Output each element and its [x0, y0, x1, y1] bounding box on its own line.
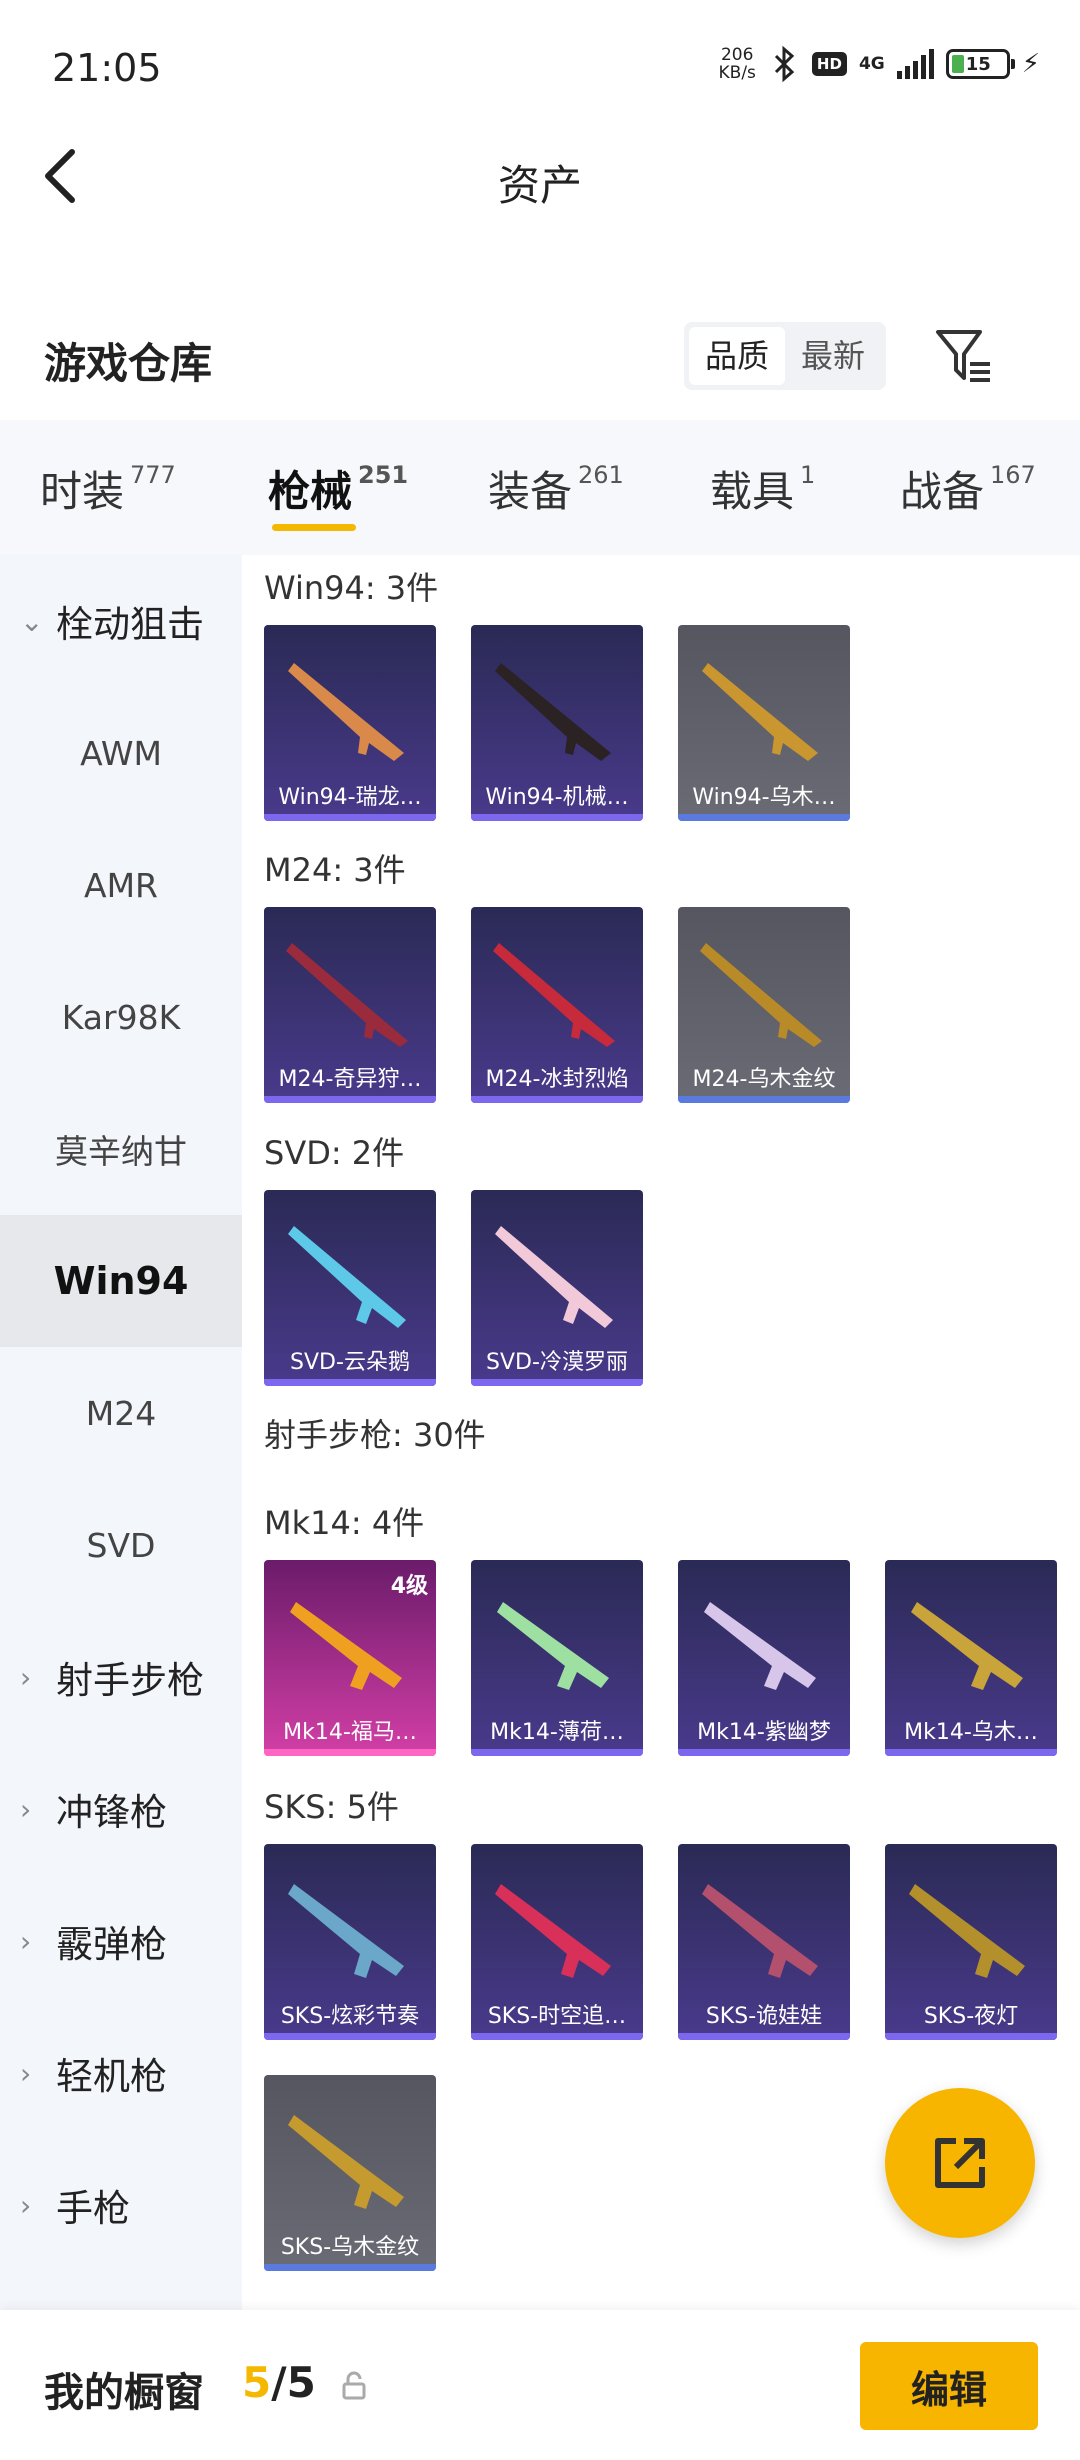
item-card[interactable]: Win94-乌木…	[678, 625, 850, 821]
rifle-icon	[909, 1884, 1025, 1978]
rifle-icon	[288, 663, 404, 761]
item-card[interactable]: 4级 Mk14-福马…	[264, 1560, 436, 1756]
item-card[interactable]: Win94-瑞龙…	[264, 625, 436, 821]
chevron-right-icon: ›	[20, 1660, 32, 1694]
sidebar-item-m24[interactable]: M24	[0, 1347, 242, 1479]
showcase-label: 我的橱窗	[44, 2370, 204, 2416]
network-type: 4G	[858, 53, 885, 74]
external-link-icon	[935, 2138, 985, 2188]
item-level-badge: 4级	[390, 1574, 428, 1599]
chevron-right-icon: ›	[20, 2056, 32, 2090]
item-card[interactable]: SVD-云朵鹅	[264, 1190, 436, 1386]
share-button[interactable]	[885, 2088, 1035, 2238]
signal-icon	[896, 49, 934, 79]
sidebar: ⌄ 栓动狙击 AWM AMR Kar98K 莫辛纳甘 Win94 M24 SVD…	[0, 555, 242, 2310]
item-card[interactable]: Mk14-薄荷…	[471, 1560, 643, 1756]
group-label-sks: SKS: 5件	[264, 1788, 399, 1826]
sidebar-item-bolt-action[interactable]: ⌄ 栓动狙击	[0, 555, 242, 687]
rifle-icon	[288, 2115, 404, 2209]
item-card[interactable]: SKS-炫彩节奏	[264, 1844, 436, 2040]
rifle-icon	[493, 943, 615, 1047]
sidebar-item-pistol[interactable]: › 手枪	[0, 2139, 242, 2271]
rifle-icon	[704, 1602, 816, 1690]
warehouse-header: 游戏仓库 品质 最新	[0, 310, 1080, 410]
rifle-icon	[495, 663, 611, 761]
item-card[interactable]: Win94-机械…	[471, 625, 643, 821]
sidebar-item-awm[interactable]: AWM	[0, 687, 242, 819]
group-label-m24: M24: 3件	[264, 851, 406, 889]
chevron-right-icon: ›	[20, 1792, 32, 1826]
charging-icon: ⚡	[1021, 49, 1040, 79]
content-area: Win94: 3件 Win94-瑞龙… Win94-机械… Win94-乌木… …	[242, 555, 1080, 2310]
warehouse-title: 游戏仓库	[44, 339, 213, 388]
edit-button[interactable]: 编辑	[860, 2342, 1038, 2430]
rifle-icon	[288, 1884, 404, 1978]
tab-guns[interactable]: 枪械 251	[268, 458, 408, 531]
bottom-bar: 我的橱窗 5/5 编辑	[0, 2310, 1080, 2460]
item-card[interactable]: SKS-乌木金纹	[264, 2075, 436, 2271]
item-card[interactable]: M24-冰封烈焰	[471, 907, 643, 1103]
status-icons: 206 KB/s HD 4G 15 ⚡	[719, 44, 1040, 84]
group-label-dmr: 射手步枪: 30件	[264, 1416, 486, 1454]
item-card[interactable]: SKS-时空追…	[471, 1844, 643, 2040]
showcase-count: 5/5	[242, 2358, 316, 2407]
tab-supplies[interactable]: 战备 167	[900, 458, 1036, 519]
rifle-icon	[702, 1884, 818, 1978]
sort-latest-button[interactable]: 最新	[785, 327, 881, 385]
rifle-icon	[702, 663, 818, 761]
rifle-icon	[495, 1226, 613, 1328]
chevron-right-icon: ›	[20, 1924, 32, 1958]
group-label-svd: SVD: 2件	[264, 1134, 405, 1172]
filter-icon[interactable]	[934, 324, 994, 388]
sidebar-item-smg[interactable]: › 冲锋枪	[0, 1743, 242, 1875]
sidebar-item-kar98k[interactable]: Kar98K	[0, 951, 242, 1083]
battery-level: 15	[965, 53, 991, 75]
sidebar-item-svd[interactable]: SVD	[0, 1479, 242, 1611]
item-card[interactable]: SKS-诡娃娃	[678, 1844, 850, 2040]
item-card[interactable]: Mk14-乌木…	[885, 1560, 1057, 1756]
group-label-mk14: Mk14: 4件	[264, 1504, 425, 1542]
chevron-right-icon: ›	[20, 2188, 32, 2222]
category-tabs: 时装 777 枪械 251 装备 261 载具 1 战备 167	[0, 420, 1080, 555]
rifle-icon	[288, 1226, 406, 1328]
sidebar-item-win94[interactable]: Win94	[0, 1215, 242, 1347]
status-time: 21:05	[52, 46, 162, 90]
active-tab-indicator	[272, 524, 356, 531]
hd-icon: HD	[811, 52, 847, 76]
battery-icon: 15	[945, 49, 1015, 79]
rifle-icon	[497, 1602, 609, 1690]
sidebar-item-shotgun[interactable]: › 霰弹枪	[0, 1875, 242, 2007]
item-card[interactable]: M24-乌木金纹	[678, 907, 850, 1103]
lock-icon	[342, 2371, 366, 2400]
item-card[interactable]: SVD-冷漠罗丽	[471, 1190, 643, 1386]
rifle-icon	[286, 943, 408, 1047]
sidebar-item-dmr[interactable]: › 射手步枪	[0, 1611, 242, 1743]
sidebar-item-lmg[interactable]: › 轻机枪	[0, 2007, 242, 2139]
sort-quality-button[interactable]: 品质	[689, 327, 786, 385]
item-card[interactable]: M24-奇异狩…	[264, 907, 436, 1103]
page-title: 资产	[497, 161, 582, 210]
status-bar: 21:05 206 KB/s HD 4G 15 ⚡	[0, 0, 1080, 140]
rifle-icon	[911, 1602, 1023, 1690]
chevron-down-icon: ⌄	[20, 604, 44, 638]
tab-equipment[interactable]: 装备 261	[488, 458, 624, 519]
network-speed: 206 KB/s	[718, 45, 756, 83]
tab-fashion[interactable]: 时装 777	[40, 458, 176, 519]
tab-vehicles[interactable]: 载具 1	[710, 458, 815, 519]
rifle-icon	[495, 1884, 611, 1978]
sort-toggle: 品质 最新	[684, 322, 887, 390]
item-card[interactable]: SKS-夜灯	[885, 1844, 1057, 2040]
sidebar-item-mosin[interactable]: 莫辛纳甘	[0, 1083, 242, 1215]
bluetooth-icon	[774, 45, 795, 83]
item-card[interactable]: Mk14-紫幽梦	[678, 1560, 850, 1756]
group-label-win94: Win94: 3件	[264, 569, 439, 607]
rifle-icon	[700, 943, 822, 1047]
title-bar: 资产	[0, 140, 1080, 270]
sidebar-item-amr[interactable]: AMR	[0, 819, 242, 951]
